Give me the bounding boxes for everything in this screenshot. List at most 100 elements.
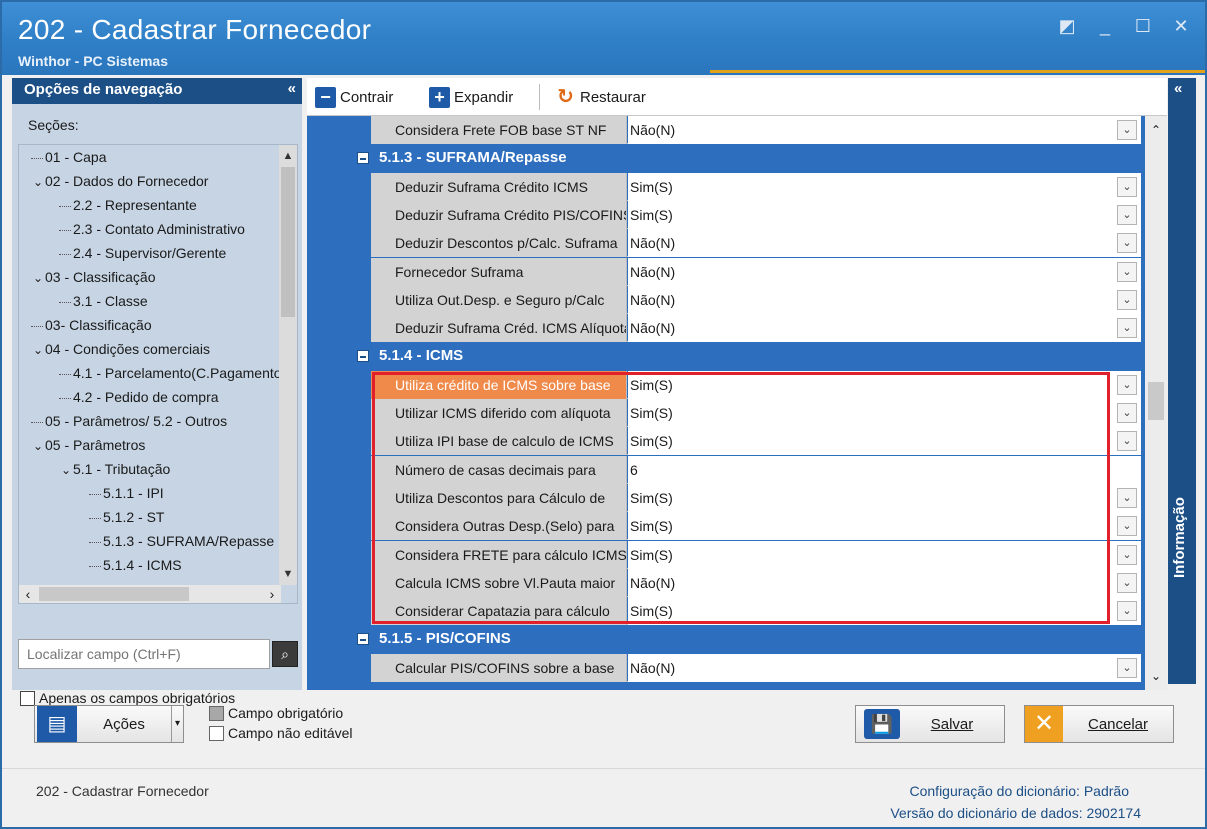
tree-item[interactable]: 2.3 - Contato Administrativo <box>59 217 245 241</box>
property-value[interactable]: Não(N) ⌄ <box>628 229 1141 258</box>
property-value[interactable]: Não(N) ⌄ <box>628 285 1141 314</box>
tree-item[interactable]: ⌄ 02 - Dados do Fornecedor <box>31 169 208 193</box>
property-row[interactable]: Considera Outras Desp.(Selo) para Sim(S) ⌄ <box>351 512 1141 541</box>
property-row[interactable]: Utiliza Descontos para Cálculo de Sim(S) ⌄ <box>351 483 1141 512</box>
collapse-all-button[interactable]: − Contrair <box>315 86 393 108</box>
scroll-down-icon[interactable]: ▼ <box>279 565 297 583</box>
collapse-nav-icon[interactable]: « <box>288 80 296 97</box>
property-value[interactable]: Não(N) ⌄ <box>628 653 1141 682</box>
restore-button[interactable]: ↻ Restaurar <box>555 86 646 108</box>
property-label[interactable]: Deduzir Suframa Crédito ICMS <box>371 172 627 201</box>
property-row[interactable]: Utiliza crédito de ICMS sobre base Sim(S)… <box>351 370 1141 399</box>
tree-item[interactable]: 5.1.4 - ICMS <box>89 553 182 577</box>
collapse-group-icon[interactable] <box>357 152 369 165</box>
property-value[interactable]: Sim(S) ⌄ <box>628 427 1141 456</box>
dropdown-chevron-icon[interactable]: ⌄ <box>1117 572 1137 593</box>
dropdown-chevron-icon[interactable]: ⌄ <box>1117 374 1137 395</box>
dropdown-chevron-icon[interactable]: ⌄ <box>1117 233 1137 254</box>
tree-item[interactable]: ⌄ 5.1 - Tributação <box>59 457 170 481</box>
grid-vertical-scrollbar[interactable]: ⌃ ⌄ <box>1145 116 1167 690</box>
dropdown-chevron-icon[interactable]: ⌄ <box>1117 261 1137 282</box>
tree-item[interactable]: 4.1 - Parcelamento(C.Pagamento) <box>59 361 286 385</box>
property-value[interactable]: Não(N) ⌄ <box>628 314 1141 343</box>
property-row[interactable]: Utiliza Out.Desp. e Seguro p/Calc Não(N) ⌄ <box>351 285 1141 314</box>
property-row[interactable]: Fornecedor Suframa Não(N) ⌄ <box>351 257 1141 286</box>
tree-item[interactable]: ⌄ 03 - Classificação <box>31 265 156 289</box>
property-value[interactable]: Não(N) ⌄ <box>628 257 1141 286</box>
tree-item[interactable]: 3.1 - Classe <box>59 289 148 313</box>
expand-chevron-icon[interactable]: ⌄ <box>59 458 73 482</box>
property-value[interactable]: Sim(S) ⌄ <box>628 172 1141 201</box>
search-field-input[interactable] <box>18 639 270 669</box>
grid-scroll-up-icon[interactable]: ⌃ <box>1145 120 1167 140</box>
property-row[interactable]: Número de casas decimais para 6 <box>351 455 1141 484</box>
property-row[interactable]: Considera FRETE para cálculo ICMS Sim(S) ⌄ <box>351 540 1141 569</box>
group-header[interactable]: 5.1.4 - ICMS <box>351 342 1141 371</box>
actions-dropdown-icon[interactable]: ▾ <box>171 706 183 742</box>
property-row[interactable]: Deduzir Suframa Crédito ICMS Sim(S) ⌄ <box>351 172 1141 201</box>
dropdown-chevron-icon[interactable]: ⌄ <box>1117 289 1137 310</box>
info-side-panel[interactable]: « Informação <box>1168 78 1196 684</box>
property-label[interactable]: Calcular PIS/COFINS sobre a base <box>371 653 627 682</box>
tree-item[interactable]: 05 - Parâmetros/ 5.2 - Outros <box>31 409 227 433</box>
expand-chevron-icon[interactable]: ⌄ <box>31 434 45 458</box>
dropdown-chevron-icon[interactable]: ⌄ <box>1117 176 1137 197</box>
expand-chevron-icon[interactable]: ⌄ <box>31 170 45 194</box>
tree-item[interactable]: ⌄ 05 - Parâmetros <box>31 433 145 457</box>
property-row[interactable]: Calcular PIS/COFINS sobre a base Não(N) ⌄ <box>351 653 1141 682</box>
tree-item[interactable]: 01 - Capa <box>31 145 106 169</box>
info-tab-label[interactable]: Informação <box>1171 478 1188 578</box>
dropdown-chevron-icon[interactable]: ⌄ <box>1117 516 1137 537</box>
property-row[interactable]: Calcula ICMS sobre Vl.Pauta maior Não(N) ⌄ <box>351 568 1141 597</box>
property-label[interactable]: Utiliza Descontos para Cálculo de <box>371 483 627 512</box>
dropdown-chevron-icon[interactable]: ⌄ <box>1117 657 1137 678</box>
property-value[interactable]: Sim(S) ⌄ <box>628 597 1141 626</box>
grid-scroll-thumb[interactable] <box>1148 382 1164 420</box>
dropdown-chevron-icon[interactable]: ⌄ <box>1117 544 1137 565</box>
property-label[interactable]: Utiliza Out.Desp. e Seguro p/Calc <box>371 285 627 314</box>
property-value[interactable]: Não(N) ⌄ <box>628 568 1141 597</box>
property-label[interactable]: Deduzir Descontos p/Calc. Suframa <box>371 229 627 258</box>
property-row[interactable]: Deduzir Suframa Crédito PIS/COFINS Sim(S)… <box>351 200 1141 229</box>
dropdown-chevron-icon[interactable]: ⌄ <box>1117 204 1137 225</box>
group-header[interactable]: 5.1.3 - SUFRAMA/Repasse <box>351 144 1141 173</box>
tree-item[interactable]: ⌄ 04 - Condições comerciais <box>31 337 210 361</box>
property-value[interactable]: Sim(S) ⌄ <box>628 399 1141 427</box>
minimize-icon[interactable]: _ <box>1095 16 1115 36</box>
property-value[interactable]: Sim(S) ⌄ <box>628 483 1141 512</box>
dropdown-chevron-icon[interactable]: ⌄ <box>1117 318 1137 339</box>
expand-chevron-icon[interactable]: ⌄ <box>31 338 45 362</box>
maximize-icon[interactable]: ☐ <box>1133 16 1153 36</box>
property-label[interactable]: Considera Frete FOB base ST NF <box>371 116 627 144</box>
actions-button[interactable]: ▤ Ações ▾ <box>34 705 184 743</box>
scroll-right-icon[interactable]: › <box>263 585 281 603</box>
tree-vertical-scrollbar[interactable]: ▲ ▼ <box>279 145 297 585</box>
collapse-group-icon[interactable] <box>357 350 369 363</box>
property-label[interactable]: Utiliza IPI base de calculo de ICMS <box>371 427 627 456</box>
dropdown-chevron-icon[interactable]: ⌄ <box>1117 120 1137 140</box>
property-row[interactable]: Deduzir Suframa Créd. ICMS Alíquota Não(N… <box>351 314 1141 343</box>
property-value[interactable]: Sim(S) ⌄ <box>628 370 1141 399</box>
property-row[interactable]: Utilizar ICMS diferido com alíquota Sim(S… <box>351 399 1141 427</box>
property-value[interactable]: Não(N) ⌄ <box>628 116 1141 144</box>
property-label[interactable]: Considerar Capatazia para cálculo <box>371 597 627 626</box>
cancel-button[interactable]: ✕ Cancelar <box>1024 705 1174 743</box>
restore-window-icon[interactable]: ◩ <box>1057 16 1077 36</box>
scroll-thumb[interactable] <box>281 167 295 317</box>
dropdown-chevron-icon[interactable]: ⌄ <box>1117 601 1137 622</box>
dropdown-chevron-icon[interactable]: ⌄ <box>1117 431 1137 452</box>
property-label[interactable]: Número de casas decimais para <box>371 455 627 484</box>
property-label[interactable]: Utiliza crédito de ICMS sobre base <box>371 370 627 399</box>
property-label[interactable]: Fornecedor Suframa <box>371 257 627 286</box>
expand-all-button[interactable]: + Expandir <box>429 86 513 108</box>
expand-chevron-icon[interactable]: ⌄ <box>31 266 45 290</box>
scroll-left-icon[interactable]: ‹ <box>19 585 37 603</box>
dropdown-chevron-icon[interactable]: ⌄ <box>1117 487 1137 508</box>
scroll-up-icon[interactable]: ▲ <box>279 147 297 165</box>
property-row[interactable]: Considerar Capatazia para cálculo Sim(S) ⌄ <box>351 597 1141 626</box>
tree-item[interactable]: 2.2 - Representante <box>59 193 197 217</box>
property-value[interactable]: Sim(S) ⌄ <box>628 540 1141 569</box>
property-label[interactable]: Calcula ICMS sobre Vl.Pauta maior <box>371 568 627 597</box>
tree-item[interactable]: 5.1.1 - IPI <box>89 481 164 505</box>
property-value[interactable]: 6 <box>628 455 1141 484</box>
